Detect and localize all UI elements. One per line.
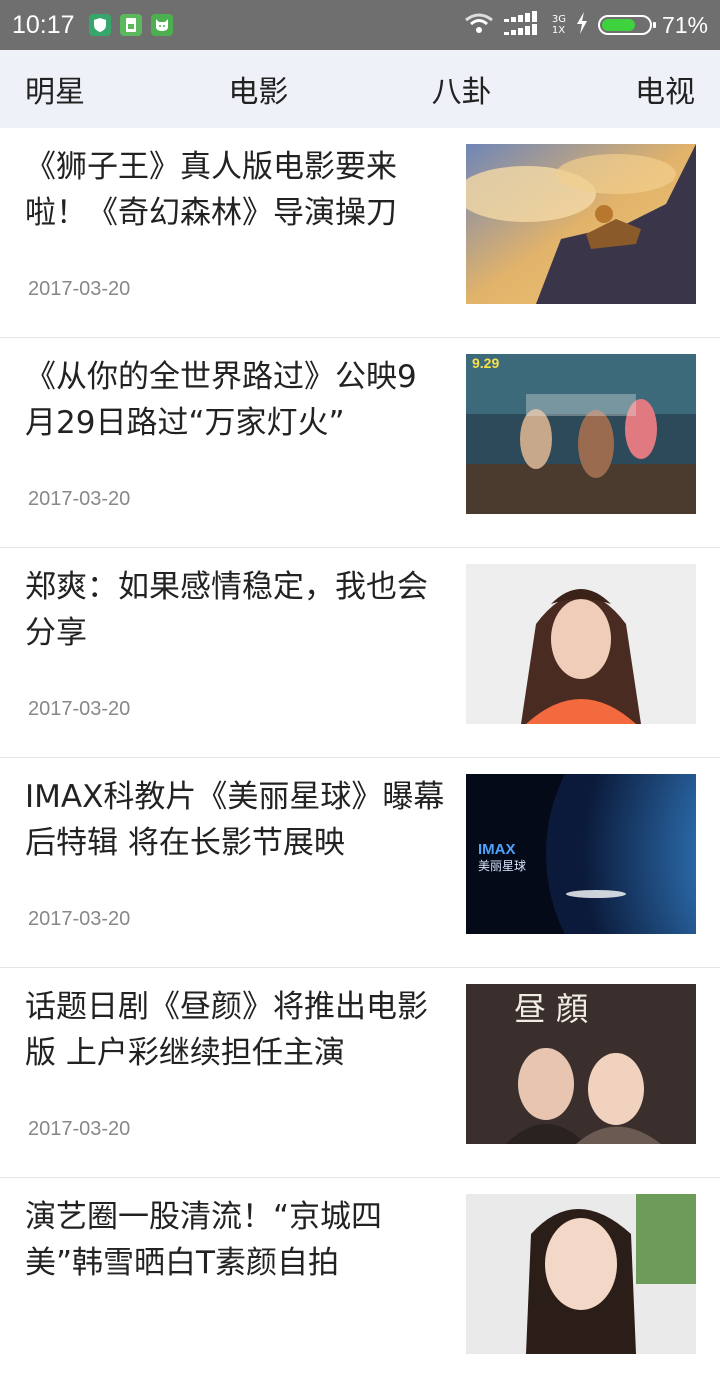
article-date: 2017-03-20 [28,698,131,720]
list-item[interactable]: IMAX科教片《美丽星球》曝幕后特辑 将在长影节展映 2017-03-20 IM… [0,758,720,968]
article-thumbnail [466,564,696,724]
category-tabs: 明星 电影 八卦 电视 [0,50,720,128]
article-title: 《从你的全世界路过》公映9月29日路过“万家灯火” [25,359,417,441]
tab-stars[interactable]: 明星 [25,67,85,111]
cat-app-icon [150,14,173,36]
shield-icon [88,14,111,36]
tab-gossip[interactable]: 八卦 [432,67,492,111]
list-item[interactable]: 郑爽：如果感情稳定，我也会分享 2017-03-20 [0,548,720,758]
tab-movies[interactable]: 电影 [228,67,288,111]
list-item[interactable]: 《从你的全世界路过》公映9月29日路过“万家灯火” 2017-03-20 9.2… [0,338,720,548]
article-title: 话题日剧《昼颜》将推出电影版 上户彩继续担任主演 [25,989,428,1071]
svg-text:美丽星球: 美丽星球 [478,859,526,873]
list-item[interactable]: 话题日剧《昼颜》将推出电影版 上户彩继续担任主演 2017-03-20 昼 顔 [0,968,720,1178]
signal-icon [503,11,542,39]
svg-text:9.29: 9.29 [472,355,499,371]
article-title: 《狮子王》真人版电影要来啦！《奇幻森林》导演操刀 [25,149,397,231]
battery-level [601,19,635,31]
wifi-icon [464,12,494,38]
article-date: 2017-03-20 [28,278,131,300]
article-title: 郑爽：如果感情稳定，我也会分享 [25,569,428,651]
sim-card-icon [119,14,142,36]
article-thumbnail [466,1194,696,1354]
svg-text:IMAX: IMAX [478,841,516,858]
article-date: 2017-03-20 [28,488,131,510]
article-list: 《狮子王》真人版电影要来啦！《奇幻森林》导演操刀 2017-03-20 《从你的… [0,128,720,1387]
tab-tv[interactable]: 电视 [635,67,695,111]
article-thumbnail [466,144,696,304]
article-title: IMAX科教片《美丽星球》曝幕后特辑 将在长影节展映 [25,779,445,861]
list-item[interactable]: 《狮子王》真人版电影要来啦！《奇幻森林》导演操刀 2017-03-20 [0,128,720,338]
battery-percent: 71% [661,11,708,38]
svg-text:昼 顔: 昼 顔 [514,990,588,1028]
article-title: 演艺圈一股清流！“京城四美”韩雪晒白T素颜自拍 [25,1199,383,1281]
article-thumbnail: IMAX 美丽星球 [466,774,696,934]
battery-icon [597,15,656,35]
network-type: 3G 1X [551,14,566,36]
clock: 10:17 [12,10,75,39]
article-date: 2017-03-20 [28,908,131,930]
article-thumbnail: 9.29 [466,354,696,514]
status-bar: 10:17 3G 1X 71% [0,0,720,50]
article-thumbnail: 昼 顔 [466,984,696,1144]
charging-icon [576,12,588,38]
article-date: 2017-03-20 [28,1118,131,1140]
list-item[interactable]: 演艺圈一股清流！“京城四美”韩雪晒白T素颜自拍 [0,1178,720,1387]
